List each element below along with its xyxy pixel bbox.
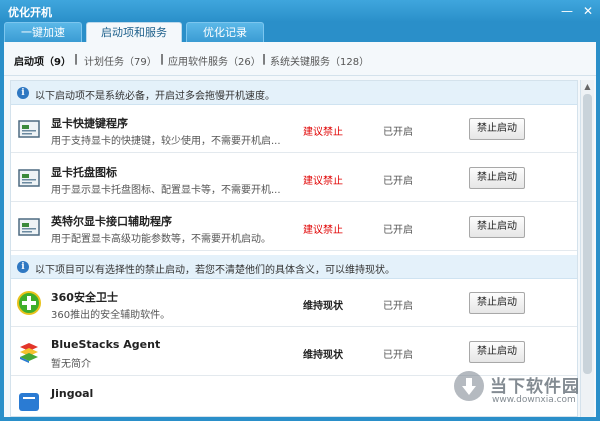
item-advice: 建议禁止 [303,127,343,138]
tab-optimize-history[interactable]: 优化记录 [186,22,264,42]
list-item: 英特尔显卡接口辅助程序 用于配置显卡高级功能参数等，不需要开机启动。 建议禁止 … [11,203,577,251]
scroll-up-arrow-icon[interactable]: ▲ [581,80,594,93]
watermark-url: www.downxia.com [492,395,576,405]
item-advice: 维持现状 [303,350,343,361]
subnav-separator: | [262,52,267,65]
item-name: 显卡托盘图标 [51,166,117,179]
item-advice: 建议禁止 [303,225,343,236]
main-content: 启动项（9） | 计划任务（79） | 应用软件服务（26） | 系统关键服务（… [4,42,596,417]
startup-list: i 以下启动项不是系统必备，开启过多会拖慢开机速度。 显卡快捷键程序 用于支持显… [10,80,578,417]
item-description: 360推出的安全辅助软件。 [51,310,171,321]
disable-startup-button[interactable]: 禁止启动 [469,216,525,238]
subnav-startup-items[interactable]: 启动项（9） [14,53,71,68]
item-name: 360安全卫士 [51,291,118,304]
list-item: 360安全卫士 360推出的安全辅助软件。 维持现状 已开启 禁止启动 [11,279,577,327]
info-icon: i [17,261,29,273]
download-arrow-icon [454,371,484,401]
item-name: BlueStacks Agent [51,338,161,351]
display-card-icon [18,120,40,138]
window-title: 优化开机 [8,6,52,19]
display-card-icon [18,218,40,236]
disable-startup-button[interactable]: 禁止启动 [469,118,525,140]
scroll-thumb[interactable] [583,94,592,374]
list-scrollbar[interactable]: ▲ [580,80,594,417]
item-status: 已开启 [383,225,413,236]
tab-bar: 一键加速 启动项和服务 优化记录 [0,22,600,42]
item-status: 已开启 [383,127,413,138]
notice-banner: i 以下项目可以有选择性的禁止启动，若您不清楚他们的具体含义，可以维持现状。 [11,255,577,279]
watermark-title: 当下软件园 [490,377,580,397]
item-description: 用于支持显卡的快捷键，较少使用，不需要开机启... [51,136,281,147]
app-window: 优化开机 — ✕ 一键加速 启动项和服务 优化记录 启动项（9） | 计划任务（… [0,0,600,421]
item-name: Jingoal [51,387,94,400]
disable-startup-button[interactable]: 禁止启动 [469,292,525,314]
list-item: 显卡快捷键程序 用于支持显卡的快捷键，较少使用，不需要开机启... 建议禁止 已… [11,105,577,153]
sub-navigation: 启动项（9） | 计划任务（79） | 应用软件服务（26） | 系统关键服务（… [4,42,596,76]
item-name: 英特尔显卡接口辅助程序 [51,215,172,228]
list-item: 显卡托盘图标 用于显示显卡托盘图标、配置显卡等，不需要开机... 建议禁止 已开… [11,154,577,202]
display-card-icon [18,169,40,187]
item-advice: 建议禁止 [303,176,343,187]
bluestacks-icon [20,343,38,363]
item-name: 显卡快捷键程序 [51,117,128,130]
item-status: 已开启 [383,176,413,187]
item-advice: 维持现状 [303,301,343,312]
disable-startup-button[interactable]: 禁止启动 [469,341,525,363]
notice-banner: i 以下启动项不是系统必备，开启过多会拖慢开机速度。 [11,81,577,105]
close-button[interactable]: ✕ [580,3,596,19]
watermark-logo: 当下软件园 www.downxia.com [454,368,586,412]
subnav-separator: | [74,52,79,65]
jingoal-icon [19,393,39,411]
subnav-separator: | [160,52,165,65]
disable-startup-button[interactable]: 禁止启动 [469,167,525,189]
item-status: 已开启 [383,301,413,312]
subnav-system-services[interactable]: 系统关键服务（128） [270,53,369,68]
subnav-app-services[interactable]: 应用软件服务（26） [168,53,261,68]
info-icon: i [17,87,29,99]
notice-text: 以下启动项不是系统必备，开启过多会拖慢开机速度。 [35,91,275,102]
item-description: 暂无简介 [51,359,91,370]
title-bar: 优化开机 — ✕ [0,0,600,22]
360-safe-icon [17,291,41,315]
item-description: 用于显示显卡托盘图标、配置显卡等，不需要开机... [51,185,281,196]
tab-one-click-speedup[interactable]: 一键加速 [4,22,82,42]
minimize-button[interactable]: — [559,3,575,19]
tab-startup-and-services[interactable]: 启动项和服务 [86,22,182,42]
notice-text: 以下项目可以有选择性的禁止启动，若您不清楚他们的具体含义，可以维持现状。 [35,265,395,276]
item-description: 用于配置显卡高级功能参数等，不需要开机启动。 [51,234,271,245]
item-status: 已开启 [383,350,413,361]
subnav-scheduled-tasks[interactable]: 计划任务（79） [84,53,157,68]
